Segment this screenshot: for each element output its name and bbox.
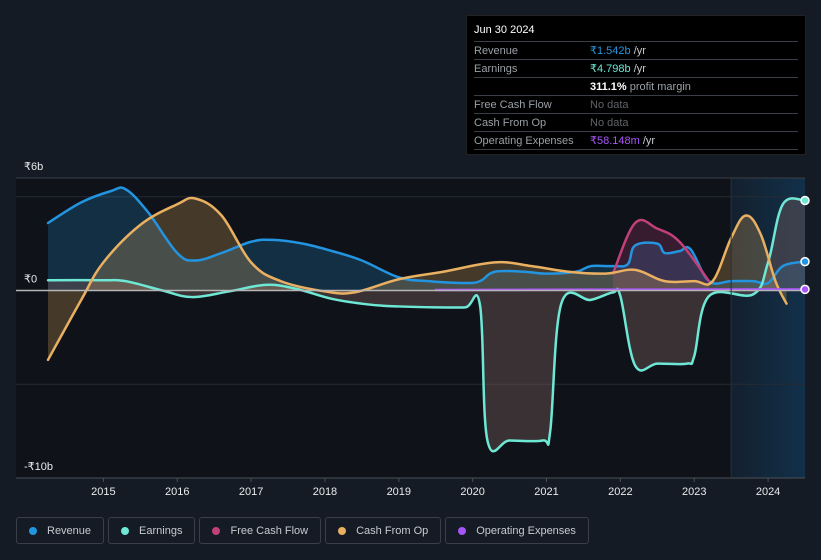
tooltip-row: Cash From Op No data xyxy=(474,114,798,132)
legend-item-operating-expenses[interactable]: Operating Expenses xyxy=(445,517,589,544)
tooltip-row-value: 311.1% profit margin xyxy=(590,80,691,93)
x-tick-label: 2016 xyxy=(165,486,189,498)
tooltip-row-value: No data xyxy=(590,116,629,129)
revenue-endpoint xyxy=(800,256,810,267)
legend-dot-icon xyxy=(121,526,130,535)
tooltip-row: Earnings ₹4.798b /yr xyxy=(474,60,798,78)
tooltip-row: Operating Expenses ₹58.148m /yr xyxy=(474,132,798,150)
x-tick-label: 2024 xyxy=(756,486,780,498)
tooltip-row: Revenue ₹1.542b /yr xyxy=(474,42,798,60)
legend-label: Free Cash Flow xyxy=(230,524,309,537)
legend-item-revenue[interactable]: Revenue xyxy=(16,517,105,544)
tooltip-row-label: Free Cash Flow xyxy=(474,98,552,111)
legend-dot-icon xyxy=(212,526,221,535)
legend-label: Revenue xyxy=(47,524,92,537)
legend-item-cash-from-op[interactable]: Cash From Op xyxy=(325,517,442,544)
legend-label: Operating Expenses xyxy=(476,524,576,537)
x-tick-label: 2017 xyxy=(239,486,263,498)
tooltip-row-label: Earnings xyxy=(474,62,518,75)
x-tick-label: 2023 xyxy=(682,486,706,498)
tooltip-date: Jun 30 2024 xyxy=(474,24,798,42)
legend-dot-icon xyxy=(29,526,37,535)
y-tick-label: ₹6b xyxy=(24,161,43,173)
x-tick-label: 2018 xyxy=(313,486,337,498)
tooltip-row-label: Operating Expenses xyxy=(474,134,574,147)
x-tick-label: 2020 xyxy=(460,486,484,498)
legend-dot-icon xyxy=(458,526,467,535)
y-tick-label: -₹10b xyxy=(24,461,53,473)
x-tick-label: 2015 xyxy=(91,486,115,498)
x-tick-label: 2022 xyxy=(608,486,632,498)
y-tick-label: ₹0 xyxy=(24,274,37,286)
legend-dot-icon xyxy=(338,526,347,535)
legend-item-free-cash-flow[interactable]: Free Cash Flow xyxy=(199,517,322,544)
tooltip-row: 311.1% profit margin xyxy=(474,78,798,96)
tooltip-row-value: ₹1.542b /yr xyxy=(590,45,646,57)
legend-label: Earnings xyxy=(139,524,183,537)
tooltip-row-label: Revenue xyxy=(474,44,519,57)
x-tick-label: 2021 xyxy=(534,486,558,498)
tooltip-row-value: ₹58.148m /yr xyxy=(590,135,656,147)
legend-label: Cash From Op xyxy=(356,524,429,537)
operating-expenses-endpoint xyxy=(800,284,810,295)
legend: Revenue Earnings Free Cash Flow Cash From O… xyxy=(16,517,589,544)
earnings-endpoint xyxy=(800,195,810,206)
tooltip: Jun 30 2024 Revenue ₹1.542b /yr Earnings ₹4… xyxy=(466,15,806,155)
tooltip-row-label: Cash From Op xyxy=(474,116,547,129)
tooltip-row: Free Cash Flow No data xyxy=(474,96,798,114)
legend-item-earnings[interactable]: Earnings xyxy=(108,517,196,544)
x-tick-label: 2019 xyxy=(387,486,411,498)
tooltip-row-value: No data xyxy=(590,98,629,111)
tooltip-row-value: ₹4.798b /yr xyxy=(590,63,646,75)
